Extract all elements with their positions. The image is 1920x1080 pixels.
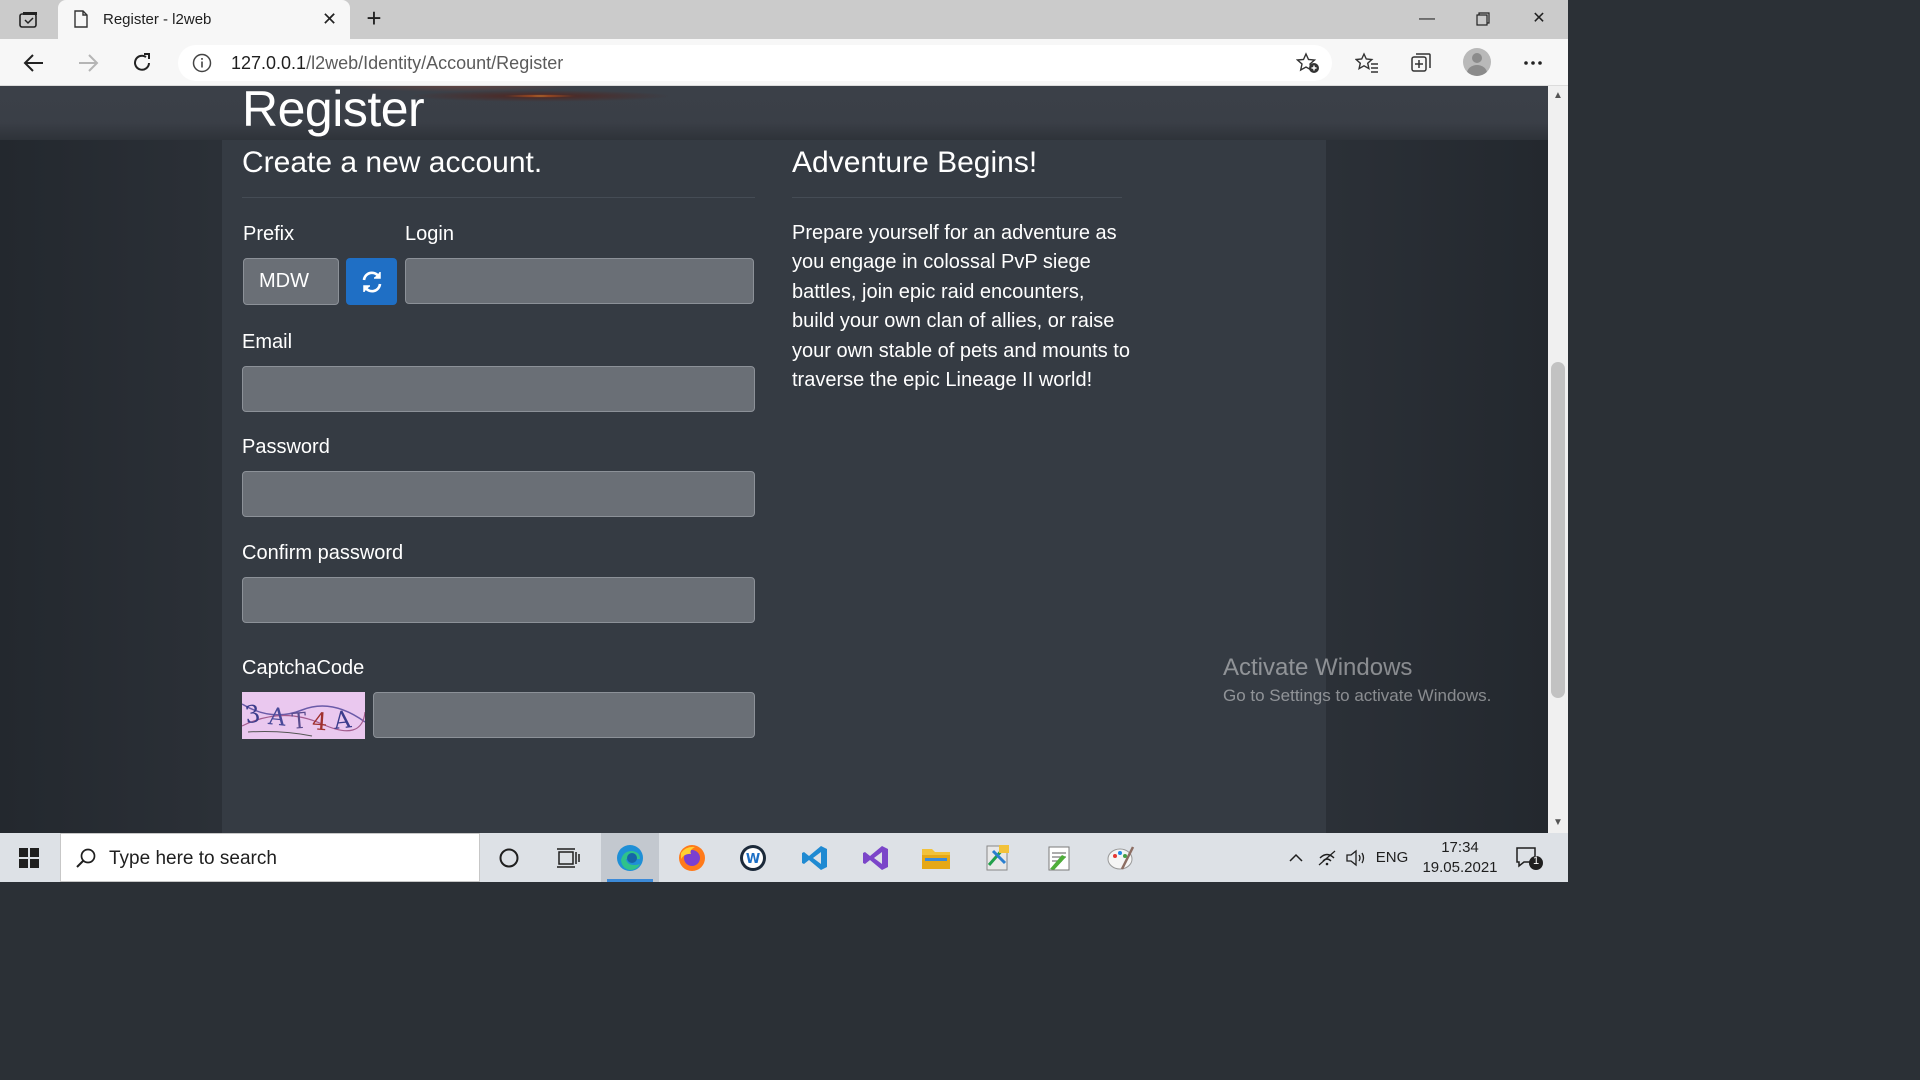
tab-title: Register - l2web [103, 11, 212, 28]
url-text: 127.0.0.1/l2web/Identity/Account/Registe… [231, 53, 563, 74]
password-label: Password [242, 436, 330, 458]
forward-icon[interactable] [74, 49, 102, 77]
web-page [0, 86, 1548, 833]
svg-text:4: 4 [311, 707, 328, 736]
header-banner-image [0, 86, 1548, 140]
clock-date: 19.05.2021 [1422, 859, 1498, 876]
visual-studio-icon[interactable] [847, 833, 905, 882]
vscode-icon[interactable] [786, 833, 844, 882]
show-hidden-icons[interactable] [1284, 833, 1308, 882]
sidebar-divider [792, 197, 1122, 198]
favorites-icon[interactable] [1353, 49, 1381, 77]
xml-tool-icon[interactable] [969, 833, 1027, 882]
notification-count: 1 [1532, 855, 1540, 867]
search-icon [75, 847, 97, 874]
svg-text:A: A [331, 705, 353, 735]
email-label: Email [242, 331, 293, 353]
more-options-icon[interactable] [1519, 49, 1547, 77]
page-title: Register [242, 81, 425, 137]
captcha-input[interactable] [373, 692, 755, 738]
active-indicator [607, 879, 653, 882]
file-explorer-icon[interactable] [907, 833, 965, 882]
login-input[interactable] [405, 258, 754, 304]
restore-icon[interactable] [1460, 6, 1506, 32]
collections-icon[interactable] [1407, 49, 1435, 77]
browser-toolbar: 127.0.0.1/l2web/Identity/Account/Registe… [0, 39, 1568, 86]
close-window-icon[interactable]: ✕ [1516, 6, 1562, 32]
search-placeholder: Type here to search [109, 848, 277, 869]
back-icon[interactable] [20, 49, 48, 77]
svg-text:A: A [266, 702, 288, 732]
confirm-password-input[interactable] [242, 577, 755, 623]
page-icon [74, 10, 88, 33]
address-bar[interactable]: 127.0.0.1/l2web/Identity/Account/Registe… [178, 45, 1332, 81]
url-path: /l2web/Identity/Account/Register [306, 53, 564, 73]
reload-icon[interactable] [128, 49, 156, 77]
url-host: 127.0.0.1 [231, 53, 307, 73]
minimize-icon[interactable]: — [1404, 6, 1450, 32]
email-input[interactable] [242, 366, 755, 412]
sidebar-text: Prepare yourself for an adventure as you… [792, 222, 1130, 392]
task-view-icon[interactable] [539, 833, 597, 882]
notepad-plus-icon[interactable] [1030, 833, 1088, 882]
activate-windows-title: Activate Windows [1223, 654, 1413, 681]
prefix-field: MDW [243, 258, 339, 305]
sidebar-heading: Adventure Begins! [792, 146, 1038, 179]
windows-start-icon[interactable] [0, 833, 58, 882]
input-language[interactable]: ENG [1372, 833, 1412, 882]
edge-browser-icon[interactable] [601, 833, 659, 882]
form-subheading: Create a new account. [242, 146, 543, 179]
browser-tab[interactable]: Register - l2web ✕ [58, 0, 350, 39]
scroll-up-icon[interactable]: ▲ [1552, 90, 1564, 102]
paint-icon[interactable] [1092, 833, 1150, 882]
form-divider [242, 197, 755, 198]
cortana-icon[interactable] [480, 833, 538, 882]
scroll-down-icon[interactable]: ▼ [1552, 817, 1564, 829]
tab-actions-icon[interactable] [14, 8, 44, 32]
close-tab-icon[interactable]: ✕ [322, 9, 337, 29]
svg-text:W: W [746, 852, 760, 867]
windows-taskbar: Type here to search W ENG 17:34 19.05.20… [0, 833, 1568, 882]
svg-text:T: T [291, 709, 308, 735]
taskbar-search-box[interactable]: Type here to search [60, 833, 480, 882]
confirm-password-label: Confirm password [242, 542, 404, 564]
network-icon[interactable] [1314, 833, 1340, 882]
password-input[interactable] [242, 471, 755, 517]
captcha-label: CaptchaCode [242, 657, 365, 679]
new-tab-button[interactable]: + [360, 4, 388, 32]
notifications-icon[interactable]: 1 [1514, 845, 1544, 871]
captcha-image: 3 A T 4 A [242, 692, 365, 739]
system-clock[interactable]: 17:34 19.05.2021 [1418, 838, 1502, 878]
site-info-icon[interactable] [192, 53, 212, 78]
windscribe-icon[interactable]: W [724, 833, 782, 882]
activate-windows-subtitle: Go to Settings to activate Windows. [1223, 686, 1492, 705]
firefox-icon[interactable] [663, 833, 721, 882]
refresh-icon [362, 271, 381, 292]
volume-icon[interactable] [1343, 833, 1369, 882]
clock-time: 17:34 [1441, 839, 1479, 856]
tab-strip: Register - l2web ✕ + — ✕ [0, 0, 1568, 39]
prefix-label: Prefix [243, 223, 295, 245]
add-favorite-icon[interactable] [1295, 52, 1320, 79]
refresh-prefix-button[interactable] [346, 258, 397, 305]
scrollbar-thumb[interactable] [1551, 362, 1565, 698]
page-scrollbar[interactable]: ▲ ▼ [1548, 86, 1568, 833]
svg-text:3: 3 [243, 699, 262, 729]
login-label: Login [405, 223, 454, 245]
profile-avatar[interactable] [1463, 48, 1491, 76]
